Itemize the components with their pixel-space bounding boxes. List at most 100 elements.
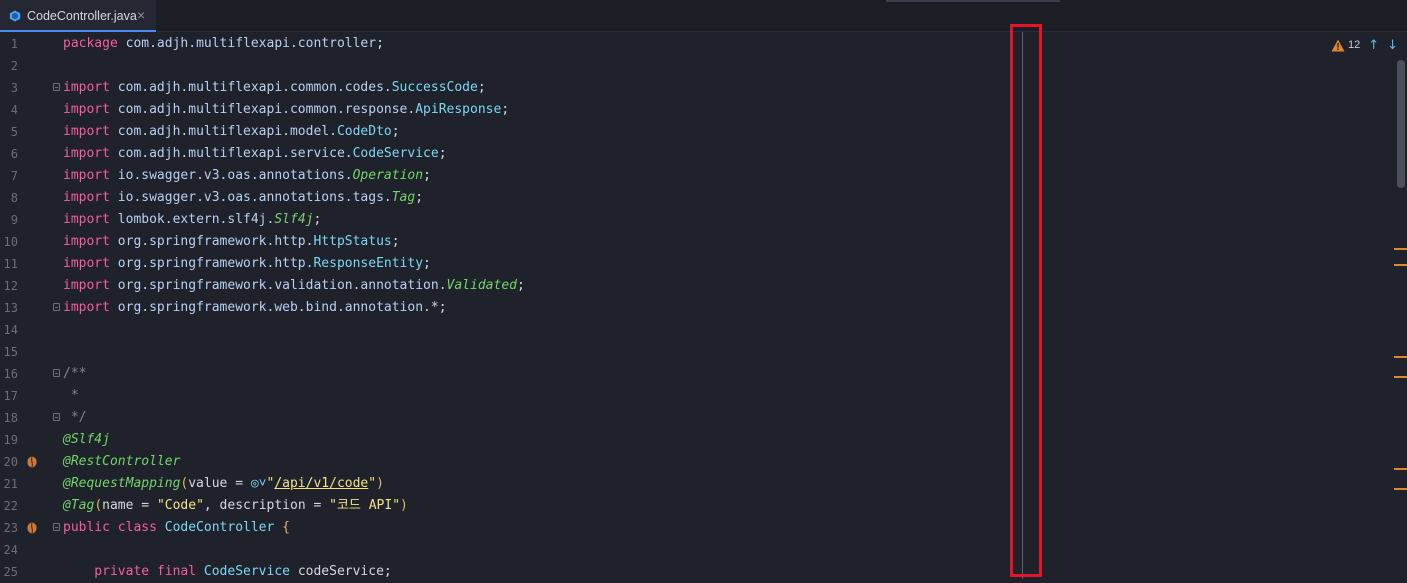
code-text[interactable]: package com.adjh.multiflexapi.controller… [63, 33, 384, 55]
code-line[interactable]: 14 [0, 319, 1407, 341]
code-line[interactable]: 5 import com.adjh.multiflexapi.model.Code… [0, 121, 1407, 143]
warning-stripe-marker[interactable] [1394, 468, 1407, 470]
fold-marker-icon[interactable] [53, 369, 60, 377]
warning-stripe-marker[interactable] [1394, 248, 1407, 250]
code-text[interactable]: import io.swagger.v3.oas.annotations.tag… [63, 187, 423, 209]
close-tab-icon[interactable]: × [137, 7, 145, 23]
spring-bean-icon[interactable] [26, 456, 38, 468]
line-number: 25 [3, 565, 18, 579]
code-line[interactable]: 24 [0, 539, 1407, 561]
code-token: lombok.extern.slf4j. [117, 212, 275, 227]
line-number: 1 [10, 37, 18, 51]
code-line[interactable]: 2 [0, 55, 1407, 77]
fold-marker-icon[interactable] [53, 413, 60, 421]
code-token: codeService [297, 564, 384, 579]
line-number: 14 [3, 323, 18, 337]
code-token: ApiResponse [415, 102, 502, 117]
code-line[interactable]: 1 package com.adjh.multiflexapi.controlle… [0, 33, 1407, 55]
code-line[interactable]: 21 @RequestMapping(value = ◎˅"/api/v1/cod… [0, 473, 1407, 495]
code-token: org.springframework.validation.annotatio… [117, 278, 447, 293]
fold-marker-icon[interactable] [53, 303, 60, 311]
code-text[interactable]: import org.springframework.web.bind.anno… [63, 297, 447, 319]
code-token: ; [376, 36, 384, 51]
code-text[interactable]: * [63, 385, 79, 407]
code-line[interactable]: 10 import org.springframework.http.HttpSt… [0, 231, 1407, 253]
warning-stripe-marker[interactable] [1394, 376, 1407, 378]
code-line[interactable]: 9 import lombok.extern.slf4j.Slf4j; [0, 209, 1407, 231]
code-token: import [63, 80, 118, 95]
code-line[interactable]: 4 import com.adjh.multiflexapi.common.res… [0, 99, 1407, 121]
code-token: com.adjh.multiflexapi.model. [117, 124, 337, 139]
code-line[interactable]: 8 import io.swagger.v3.oas.annotations.ta… [0, 187, 1407, 209]
code-token: import [63, 256, 118, 271]
code-text[interactable]: public class CodeController { [63, 517, 290, 539]
code-line[interactable]: 11 import org.springframework.http.Respon… [0, 253, 1407, 275]
code-token: */ [63, 410, 87, 425]
code-text[interactable]: @RequestMapping(value = ◎˅"/api/v1/code"… [63, 473, 384, 495]
code-token: @Slf4j [63, 432, 110, 447]
tab-code-controller[interactable]: CodeController.java × [0, 0, 156, 32]
line-number: 13 [3, 301, 18, 315]
code-token: public class [63, 520, 165, 535]
next-highlight-icon[interactable]: ↓ [1387, 38, 1398, 53]
code-text[interactable]: import com.adjh.multiflexapi.common.resp… [63, 99, 509, 121]
code-line[interactable]: 16 /** [0, 363, 1407, 385]
code-text[interactable]: import lombok.extern.slf4j.Slf4j; [63, 209, 321, 231]
line-number: 23 [3, 521, 18, 535]
tab-label: CodeController.java [27, 9, 137, 23]
code-token: import [63, 102, 118, 117]
fold-marker-icon[interactable] [53, 523, 60, 531]
code-line[interactable]: 19 @Slf4j [0, 429, 1407, 451]
code-text[interactable]: */ [63, 407, 87, 429]
code-text[interactable]: import org.springframework.http.Response… [63, 253, 431, 275]
inspection-widget[interactable]: 12 ↑ ↓ [1331, 37, 1398, 53]
code-line[interactable]: 18 */ [0, 407, 1407, 429]
line-number: 3 [10, 81, 18, 95]
warning-stripe-marker[interactable] [1394, 488, 1407, 490]
code-token: ; [391, 124, 400, 139]
code-line[interactable]: 7 import io.swagger.v3.oas.annotations.Op… [0, 165, 1407, 187]
code-text[interactable]: @Tag(name = "Code", description = "코드 AP… [63, 495, 408, 517]
line-number: 15 [3, 345, 18, 359]
code-line[interactable]: 25 private final CodeService codeService… [0, 561, 1407, 583]
previous-highlight-icon[interactable]: ↑ [1368, 38, 1379, 53]
code-line[interactable]: 6 import com.adjh.multiflexapi.service.Co… [0, 143, 1407, 165]
spring-bean-icon[interactable] [26, 522, 38, 534]
code-text[interactable]: import com.adjh.multiflexapi.service.Cod… [63, 143, 447, 165]
code-token: import [63, 300, 118, 315]
code-line[interactable]: 22 @Tag(name = "Code", description = "코드 … [0, 495, 1407, 517]
warning-stripe-marker[interactable] [1394, 356, 1407, 358]
java-class-icon [9, 10, 21, 22]
code-line[interactable]: 13 import org.springframework.web.bind.an… [0, 297, 1407, 319]
code-text[interactable]: import org.springframework.http.HttpStat… [63, 231, 400, 253]
code-text[interactable]: import org.springframework.validation.an… [63, 275, 525, 297]
line-number: 20 [3, 455, 18, 469]
warning-triangle-icon [1331, 39, 1345, 51]
code-text[interactable]: /** [63, 363, 86, 385]
code-text[interactable]: import io.swagger.v3.oas.annotations.Ope… [63, 165, 431, 187]
vertical-scrollbar-thumb[interactable] [1397, 60, 1405, 188]
code-token: ; [516, 278, 525, 293]
code-line[interactable]: 3 import com.adjh.multiflexapi.common.cod… [0, 77, 1407, 99]
line-number: 2 [10, 59, 18, 73]
warning-stripe-marker[interactable] [1394, 264, 1407, 266]
code-token: * [63, 388, 79, 403]
editor-tab-bar: CodeController.java × [0, 0, 1407, 32]
code-token: ; [391, 234, 400, 249]
code-line[interactable]: 15 [0, 341, 1407, 363]
code-text[interactable]: private final CodeService codeService; [63, 561, 391, 583]
code-token: private final [63, 564, 204, 579]
code-token: /api/v1/code [274, 476, 369, 491]
code-text[interactable]: import com.adjh.multiflexapi.common.code… [63, 77, 486, 99]
code-line[interactable]: 23 public class CodeController { [0, 517, 1407, 539]
code-text[interactable]: @Slf4j [63, 429, 110, 451]
code-line[interactable]: 20 @RestController [0, 451, 1407, 473]
code-line[interactable]: 12 import org.springframework.validation.… [0, 275, 1407, 297]
line-number: 22 [3, 499, 18, 513]
code-text[interactable]: import com.adjh.multiflexapi.model.CodeD… [63, 121, 400, 143]
code-text[interactable]: @RestController [63, 451, 180, 473]
code-line[interactable]: 17 * [0, 385, 1407, 407]
line-number: 24 [3, 543, 18, 557]
fold-marker-icon[interactable] [53, 83, 60, 91]
code-token: "Code" [156, 498, 204, 513]
